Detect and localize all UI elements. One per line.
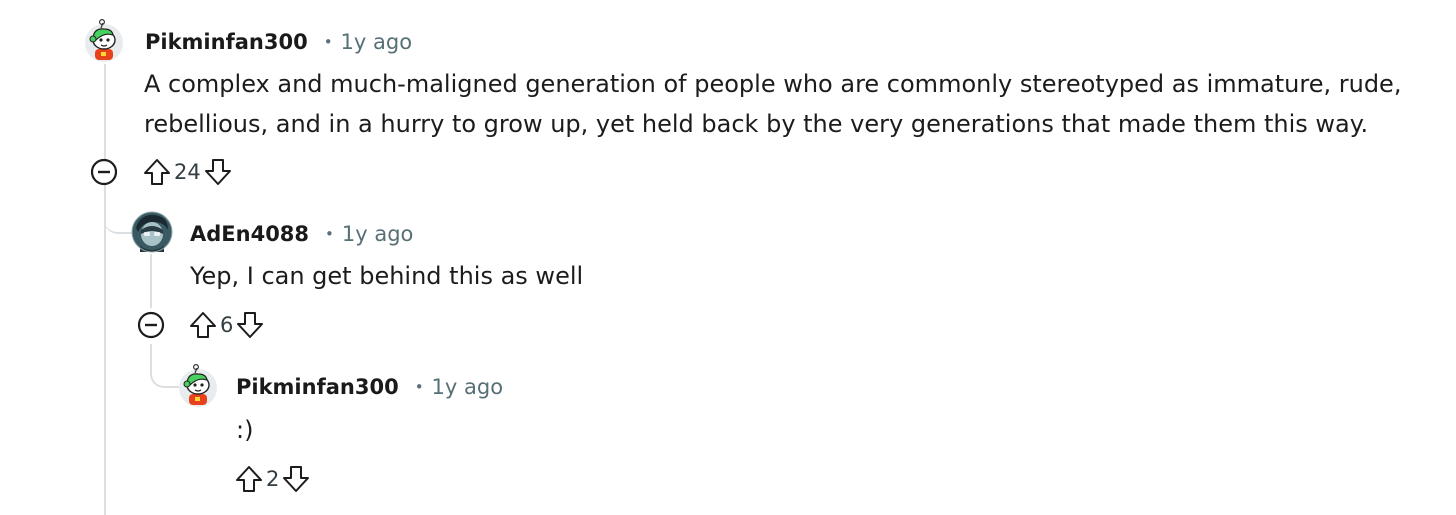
- comment-1-meta: Pikminfan300 • 1y ago: [145, 30, 412, 54]
- comment-2-meta: AdEn4088 • 1y ago: [190, 222, 413, 246]
- upvote-button[interactable]: [188, 309, 218, 341]
- comment-3-meta: Pikminfan300 • 1y ago: [236, 375, 503, 399]
- thread-line-reply-1: [150, 254, 152, 308]
- vote-score: 2: [266, 467, 280, 491]
- timestamp[interactable]: 1y ago: [432, 375, 504, 399]
- downvote-icon: [237, 312, 264, 338]
- upvote-button[interactable]: [234, 463, 264, 495]
- comment-1-actions: 24: [142, 155, 233, 189]
- upvote-button[interactable]: [142, 156, 172, 188]
- comment-body-line: :): [236, 416, 254, 444]
- downvote-button[interactable]: [203, 156, 233, 188]
- snoo-avatar-icon[interactable]: [176, 363, 220, 407]
- upvote-icon: [144, 159, 170, 185]
- collapse-thread-icon[interactable]: [90, 158, 118, 186]
- username[interactable]: AdEn4088: [190, 222, 309, 246]
- comment-3-actions: 2: [234, 462, 311, 496]
- separator-dot: •: [325, 225, 334, 243]
- user-avatar-icon[interactable]: [130, 210, 174, 254]
- downvote-icon: [204, 159, 231, 185]
- upvote-icon: [236, 466, 262, 492]
- vote-score: 6: [220, 313, 234, 337]
- downvote-icon: [283, 466, 310, 492]
- comment-2-body: Yep, I can get behind this as well: [190, 256, 583, 296]
- comment-1-body: A complex and much-maligned generation o…: [144, 64, 1401, 144]
- upvote-icon: [190, 312, 216, 338]
- comment-3-body: :): [236, 410, 253, 450]
- username[interactable]: Pikminfan300: [236, 375, 399, 399]
- timestamp[interactable]: 1y ago: [341, 30, 413, 54]
- thread-line-root: [104, 64, 106, 515]
- timestamp[interactable]: 1y ago: [342, 222, 414, 246]
- vote-score: 24: [174, 160, 201, 184]
- comment-2-actions: 6: [188, 308, 265, 342]
- downvote-button[interactable]: [281, 463, 311, 495]
- downvote-button[interactable]: [235, 309, 265, 341]
- separator-dot: •: [323, 33, 333, 51]
- comment-body-line: A complex and much-maligned generation o…: [144, 70, 1402, 98]
- comment-body-line: Yep, I can get behind this as well: [190, 262, 584, 290]
- username[interactable]: Pikminfan300: [145, 30, 308, 54]
- collapse-thread-icon[interactable]: [137, 311, 165, 339]
- separator-dot: •: [414, 378, 424, 396]
- snoo-avatar-icon[interactable]: [82, 18, 126, 62]
- comment-body-line: rebellious, and in a hurry to grow up, y…: [144, 110, 1369, 138]
